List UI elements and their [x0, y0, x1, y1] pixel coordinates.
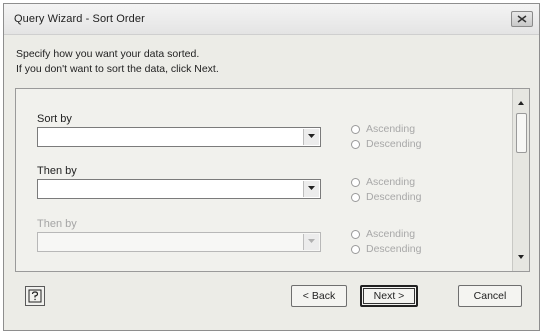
instructions: Specify how you want your data sorted. I…	[16, 47, 219, 77]
next-button[interactable]: Next >	[360, 285, 418, 307]
then-by-dropdown-arrow[interactable]	[303, 181, 319, 197]
help-icon	[28, 289, 42, 303]
then-by-2-descending-label: Descending	[366, 243, 422, 255]
radio-icon	[351, 177, 360, 187]
chevron-down-icon	[308, 186, 315, 190]
radio-icon	[351, 139, 360, 149]
sort-by-dropdown-arrow[interactable]	[303, 129, 319, 145]
scroll-down-button[interactable]	[515, 251, 527, 263]
then-by-2-ascending-radio: Ascending	[351, 227, 415, 241]
then-by-2-ascending-label: Ascending	[366, 228, 416, 240]
radio-icon	[351, 229, 360, 239]
then-by-descending-radio[interactable]: Descending	[351, 190, 421, 204]
close-icon	[517, 15, 527, 23]
then-by-descending-label: Descending	[366, 191, 422, 203]
chevron-down-icon	[518, 255, 524, 259]
then-by-dropdown[interactable]	[37, 179, 321, 199]
sort-by-descending-label: Descending	[366, 138, 422, 150]
chevron-down-icon	[308, 239, 315, 243]
sort-by-ascending-label: Ascending	[366, 123, 416, 135]
sort-by-ascending-radio[interactable]: Ascending	[351, 122, 415, 136]
query-wizard-dialog: Query Wizard - Sort Order Specify how yo…	[3, 3, 540, 331]
chevron-down-icon	[308, 134, 315, 138]
sort-panel: Sort by Ascending Descending Then by Asc…	[15, 88, 530, 272]
help-button[interactable]	[25, 286, 45, 306]
radio-icon	[351, 124, 360, 134]
sort-panel-scrollbar[interactable]	[512, 89, 529, 271]
sort-by-descending-radio[interactable]: Descending	[351, 137, 421, 151]
radio-icon	[351, 192, 360, 202]
sort-by-dropdown[interactable]	[37, 127, 321, 147]
then-by-ascending-label: Ascending	[366, 176, 416, 188]
then-by-2-dropdown	[37, 232, 321, 252]
scroll-up-button[interactable]	[515, 97, 527, 109]
chevron-up-icon	[518, 101, 524, 105]
then-by-2-label: Then by	[37, 218, 77, 230]
then-by-2-dropdown-arrow	[303, 234, 319, 250]
instruction-line-2: If you don't want to sort the data, clic…	[16, 63, 219, 75]
radio-icon	[351, 244, 360, 254]
then-by-2-descending-radio: Descending	[351, 242, 421, 256]
title-bar: Query Wizard - Sort Order	[4, 4, 539, 35]
sort-by-label: Sort by	[37, 113, 72, 125]
then-by-label: Then by	[37, 165, 77, 177]
window-title: Query Wizard - Sort Order	[14, 13, 145, 25]
then-by-ascending-radio[interactable]: Ascending	[351, 175, 415, 189]
scroll-thumb[interactable]	[516, 113, 527, 153]
close-button[interactable]	[511, 11, 533, 27]
cancel-button[interactable]: Cancel	[458, 285, 522, 307]
instruction-line-1: Specify how you want your data sorted.	[16, 48, 200, 60]
back-button[interactable]: < Back	[291, 285, 347, 307]
